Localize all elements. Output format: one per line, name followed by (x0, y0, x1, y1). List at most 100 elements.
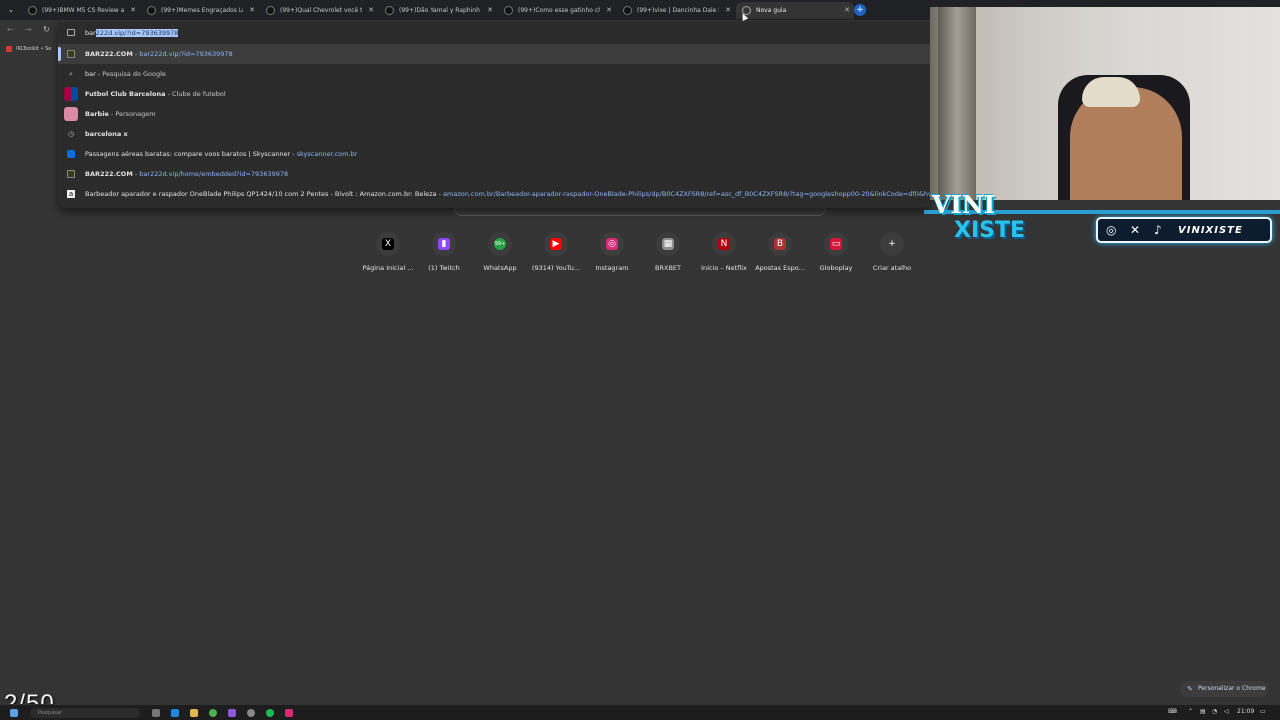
omnibox-suggestion[interactable]: a Barbeador aparador e raspador OneBlade … (58, 184, 930, 204)
windows-taskbar: Pesquisar ⌨ ⌃ ▤ ◔ ◁ 21:09 ▭ (0, 704, 1280, 720)
tab-title: (99+)BMW M5 CS Review and I (42, 7, 124, 14)
shortcut-tile[interactable]: ◎ Instagram (584, 232, 640, 272)
app-icon[interactable] (247, 709, 255, 717)
file-explorer-icon[interactable] (190, 709, 198, 717)
task-view-icon[interactable] (152, 709, 160, 717)
forward-icon[interactable]: → (25, 25, 32, 34)
clock[interactable]: 21:09 (1237, 708, 1254, 715)
typed-text: bar (85, 29, 96, 37)
tab-title: (99+)vixe | Dancinha Dale Dale (637, 7, 719, 14)
shortcut-tile[interactable]: ▶ (9314) YouTu... (528, 232, 584, 272)
windows-start-icon[interactable] (10, 709, 18, 717)
address-bar[interactable]: bar222d.vip/?id=793639978 (58, 24, 930, 42)
omnibox-suggestion[interactable]: ◷ barcelona x (58, 124, 930, 144)
autocomplete-text: 222d.vip/?id=793639978 (95, 29, 179, 37)
skyscanner-icon (67, 150, 75, 158)
shortcut-label: (9314) YouTu... (531, 264, 581, 272)
netflix-icon: N (718, 238, 730, 250)
shortcut-tile[interactable]: 99+ WhatsApp (472, 232, 528, 272)
close-icon[interactable]: ✕ (725, 2, 731, 19)
close-icon[interactable]: ✕ (249, 2, 255, 19)
suggestion-bold: BAR222.COM (85, 50, 133, 58)
suggestion-url: amazon.com.br/Barbeador-aparador-raspado… (443, 190, 930, 198)
shortcut-tile[interactable]: ▭ Globoplay (808, 232, 864, 272)
taskbar-search[interactable]: Pesquisar (30, 708, 140, 718)
close-icon[interactable]: ✕ (606, 2, 612, 19)
site-favicon (67, 50, 75, 58)
shortcut-icon-bg: ▦ (656, 232, 680, 256)
shortcut-tile[interactable]: N Início – Netflix (696, 232, 752, 272)
back-icon[interactable]: ← (7, 25, 14, 34)
tab-3[interactable]: (99+)Qual Chevrolet você teria ✕ (260, 2, 378, 19)
shortcut-label: (1) Twitch (428, 264, 460, 272)
wifi-icon[interactable]: ◔ (1212, 708, 1217, 715)
omnibox-suggestion[interactable]: Passagens aéreas baratas: compare voos b… (58, 144, 930, 164)
globoplay-icon: ▭ (830, 238, 842, 250)
suggestion-text: Barbeador aparador e raspador OneBlade P… (85, 190, 437, 198)
shortcut-icon-bg: X (376, 232, 400, 256)
amazon-icon: a (67, 190, 75, 198)
close-icon[interactable]: ✕ (368, 2, 374, 19)
suggestion-bold: Futbol Club Barcelona (85, 90, 166, 98)
tab-title: (99+)Dão Yamal y Raphinh (399, 7, 480, 14)
omnibox-suggestion[interactable]: BAR222.COM - bar222d.vip/home/embedded?i… (58, 164, 930, 184)
shortcut-tile[interactable]: ▮ (1) Twitch (416, 232, 472, 272)
shortcut-label: Apostas Espo... (755, 264, 805, 272)
tab-1[interactable]: (99+)BMW M5 CS Review and I ✕ (22, 2, 140, 19)
shortcut-tile[interactable]: B Apostas Espo... (752, 232, 808, 272)
streamer-hair (1082, 77, 1140, 107)
obs-icon[interactable] (228, 709, 236, 717)
close-icon[interactable]: ✕ (487, 2, 493, 19)
volume-icon[interactable]: ◁ (1224, 708, 1229, 715)
omnibox-suggestion[interactable]: ⌕ bar - Pesquisa do Google (58, 64, 930, 84)
chevron-up-icon[interactable]: ⌃ (1188, 708, 1193, 715)
reload-icon[interactable]: ↻ (43, 25, 50, 34)
spotify-icon[interactable] (266, 709, 274, 717)
whatsapp-icon: 99+ (494, 238, 506, 250)
tab-new-tab[interactable]: Nova guia ✕ (736, 2, 854, 19)
shortcut-label: Início – Netflix (701, 264, 747, 272)
instagram-icon: ◎ (606, 238, 618, 250)
shortcut-grid: X Página Inicial ... ▮ (1) Twitch 99+ WhatsAp… (360, 232, 920, 282)
tab-6[interactable]: (99+)vixe | Dancinha Dale Dale ✕ (617, 2, 735, 19)
pencil-icon: ✎ (1187, 685, 1193, 693)
tab-title: (99+)Memes Engraçados Lobo (161, 7, 243, 14)
brxbet-icon: ▦ (662, 238, 674, 250)
chrome-icon[interactable] (209, 709, 217, 717)
close-icon[interactable]: ✕ (844, 2, 850, 19)
shortcut-tile[interactable]: + Criar atalho (864, 232, 920, 272)
omnibox-suggestion[interactable]: BAR222.COM - bar222d.vip/?id=793639978 (58, 44, 930, 64)
shortcut-tile[interactable]: X Página Inicial ... (360, 232, 416, 272)
suggestion-bold: barcelona x (85, 130, 128, 138)
omnibox-suggestion[interactable]: Futbol Club Barcelona - Clube de futebol (58, 84, 930, 104)
shortcut-tile[interactable]: ▦ BRXBET (640, 232, 696, 272)
edge-icon[interactable] (171, 709, 179, 717)
suggestion-text: Passagens aéreas baratas: compare voos b… (85, 150, 291, 158)
new-tab-button[interactable]: + (854, 4, 866, 16)
close-icon[interactable]: ✕ (130, 2, 136, 19)
tab-title: Nova guia (756, 7, 787, 14)
suggestion-bold: Barbie (85, 110, 109, 118)
tab-2[interactable]: (99+)Memes Engraçados Lobo ✕ (141, 2, 259, 19)
network-icon[interactable]: ▤ (1200, 708, 1206, 715)
tab-4[interactable]: (99+)Dão Yamal y Raphinh ✕ (379, 2, 497, 19)
notification-icon[interactable]: ▭ (1260, 708, 1266, 715)
instagram-icon[interactable] (285, 709, 293, 717)
youtube-icon: ▶ (550, 238, 562, 250)
customize-chrome-button[interactable]: ✎ Personalizar o Chrome (1180, 681, 1268, 697)
stream-overlay: VINI XISTE ◎ ✕ ♪ VINIXISTE (924, 190, 1280, 252)
shortcut-label: BRXBET (655, 264, 681, 272)
taskbar-search-placeholder: Pesquisar (38, 710, 62, 716)
shortcut-icon-bg: B (768, 232, 792, 256)
suggestion-dim: - Pesquisa do Google (95, 70, 166, 78)
shortcut-icon-bg: 99+ (488, 232, 512, 256)
overlay-logo-bottom: XISTE (954, 218, 1026, 243)
bookmark-item[interactable]: IRLToolkit • Se (16, 46, 51, 52)
tab-5[interactable]: (99+)Como esse gatinho cheio ✕ (498, 2, 616, 19)
tab-search-icon[interactable]: ⌄ (4, 3, 18, 17)
keyboard-icon[interactable]: ⌨ (1168, 708, 1177, 715)
instagram-icon: ◎ (1106, 223, 1117, 237)
shortcut-icon-bg: ◎ (600, 232, 624, 256)
omnibox-suggestion[interactable]: Barbie - Personagem (58, 104, 930, 124)
tiktok-icon (266, 6, 275, 15)
